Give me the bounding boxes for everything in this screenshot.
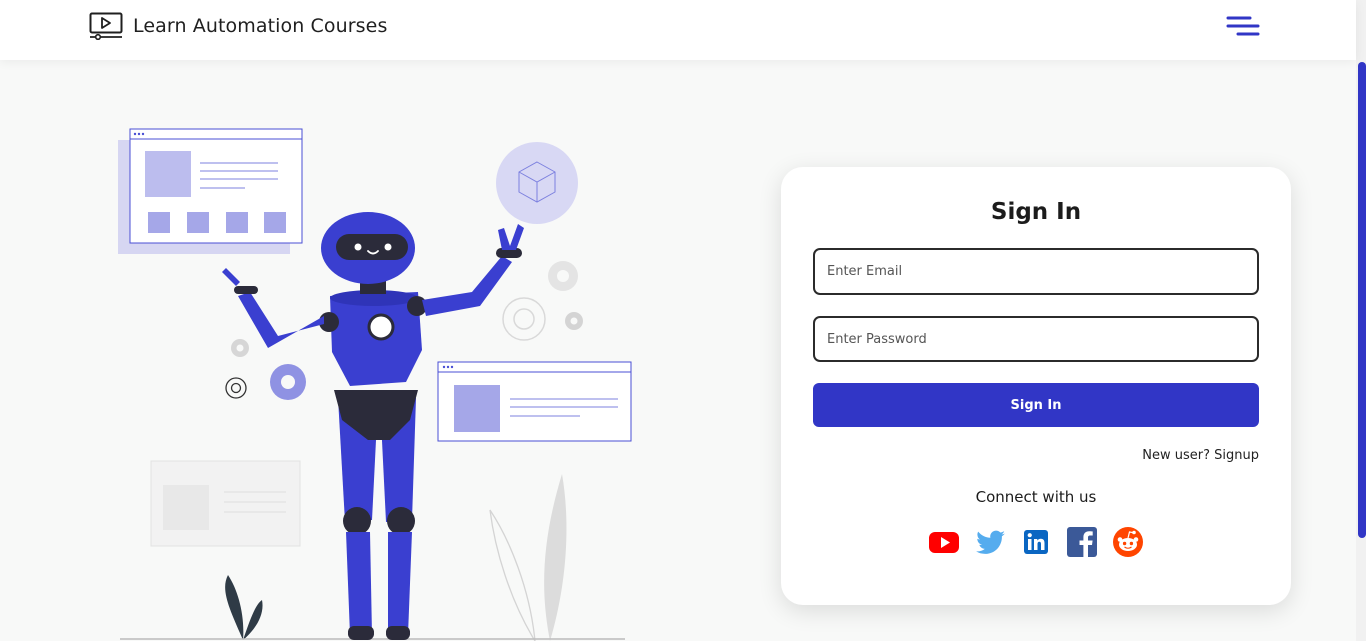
- facebook-link[interactable]: [1066, 526, 1098, 558]
- twitter-link[interactable]: [974, 526, 1006, 558]
- facebook-icon: [1067, 527, 1097, 557]
- password-input[interactable]: [813, 316, 1259, 362]
- browser-window-illustration: [118, 128, 303, 254]
- signin-heading: Sign In: [990, 199, 1082, 225]
- navbar: Learn Automation Courses: [0, 0, 1356, 60]
- youtube-icon: [929, 532, 959, 553]
- linkedin-link[interactable]: [1020, 526, 1052, 558]
- reddit-icon: [1113, 527, 1143, 557]
- browser-window-illustration: [437, 361, 632, 442]
- social-links: [928, 526, 1144, 558]
- brand-title: Learn Automation Courses: [133, 15, 388, 37]
- email-input[interactable]: [813, 248, 1259, 295]
- signin-card: Sign In Sign In New user? Signup Connect…: [781, 167, 1291, 605]
- linkedin-icon: [1024, 530, 1048, 554]
- brand-link[interactable]: Learn Automation Courses: [89, 12, 387, 40]
- twitter-icon: [976, 530, 1005, 554]
- scrollbar-thumb[interactable]: [1358, 62, 1366, 538]
- signin-button[interactable]: Sign In: [813, 383, 1259, 427]
- signup-link[interactable]: New user? Signup: [1142, 448, 1259, 463]
- connect-label: Connect with us: [975, 488, 1097, 506]
- hamburger-menu-button[interactable]: [1226, 14, 1260, 40]
- reddit-link[interactable]: [1112, 526, 1144, 558]
- robot-illustration: [110, 120, 650, 641]
- video-player-icon: [89, 12, 123, 40]
- youtube-link[interactable]: [928, 526, 960, 558]
- hamburger-menu-icon: [1226, 16, 1260, 36]
- page-scrollbar[interactable]: [1356, 0, 1366, 641]
